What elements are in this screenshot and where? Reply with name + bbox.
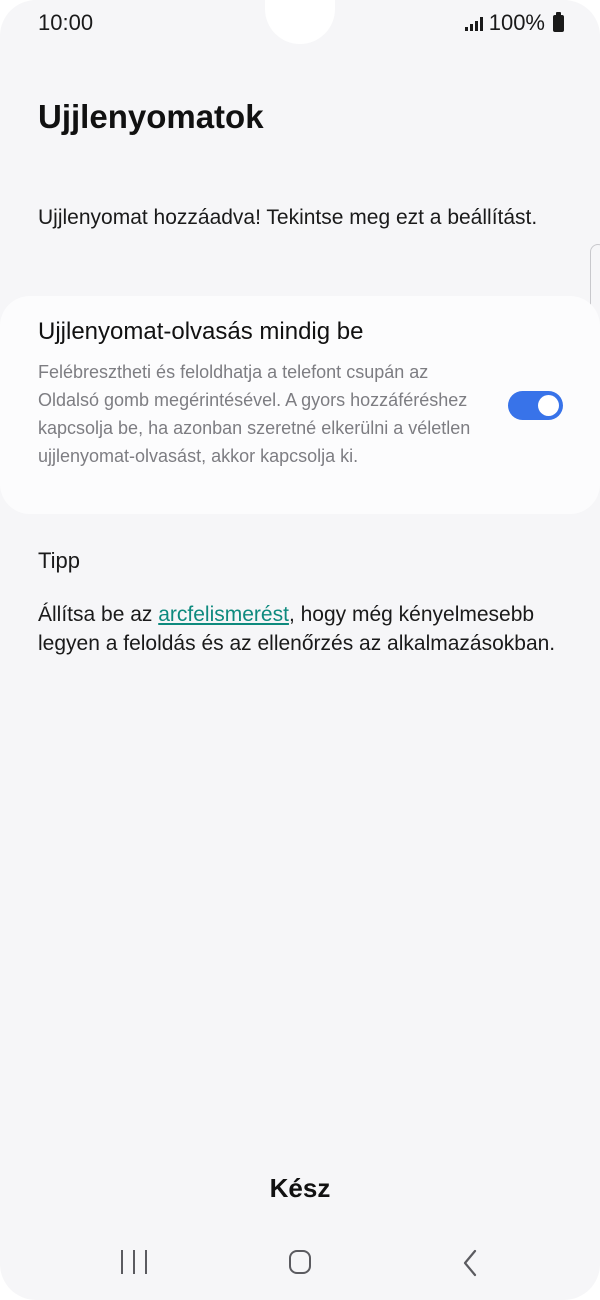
tip-text-before: Állítsa be az: [38, 603, 159, 626]
navigation-bar: [0, 1232, 600, 1292]
back-icon[interactable]: [460, 1248, 480, 1278]
battery-icon: [553, 11, 564, 32]
face-recognition-link[interactable]: arcfelismerést: [158, 603, 289, 626]
always-on-fingerprint-setting[interactable]: Ujjlenyomat-olvasás mindig be Felébreszt…: [0, 296, 600, 514]
done-button[interactable]: Kész: [200, 1164, 400, 1212]
signal-icon: [464, 15, 483, 31]
setting-description: Felébresztheti és feloldhatja a telefont…: [38, 362, 471, 466]
recent-apps-icon[interactable]: [121, 1250, 147, 1276]
tip-heading: Tipp: [38, 548, 80, 573]
status-indicators: 100%: [464, 10, 564, 36]
status-time: 10:00: [38, 10, 94, 35]
page-title: Ujjlenyomatok: [38, 98, 264, 135]
battery-level: 100%: [488, 10, 545, 35]
tip-text: Állítsa be az arcfelismerést, hogy még k…: [38, 600, 568, 658]
setting-title: Ujjlenyomat-olvasás mindig be: [38, 318, 364, 345]
status-bar: 10:00 100%: [0, 0, 600, 48]
toggle-knob: [538, 395, 559, 416]
home-icon[interactable]: [289, 1250, 311, 1274]
phone-screen: 10:00 100% Ujjlenyomatok Ujjlenyomat hoz…: [0, 0, 600, 1300]
intro-text: Ujjlenyomat hozzáadva! Tekintse meg ezt …: [38, 206, 538, 229]
always-on-toggle[interactable]: [508, 391, 563, 420]
